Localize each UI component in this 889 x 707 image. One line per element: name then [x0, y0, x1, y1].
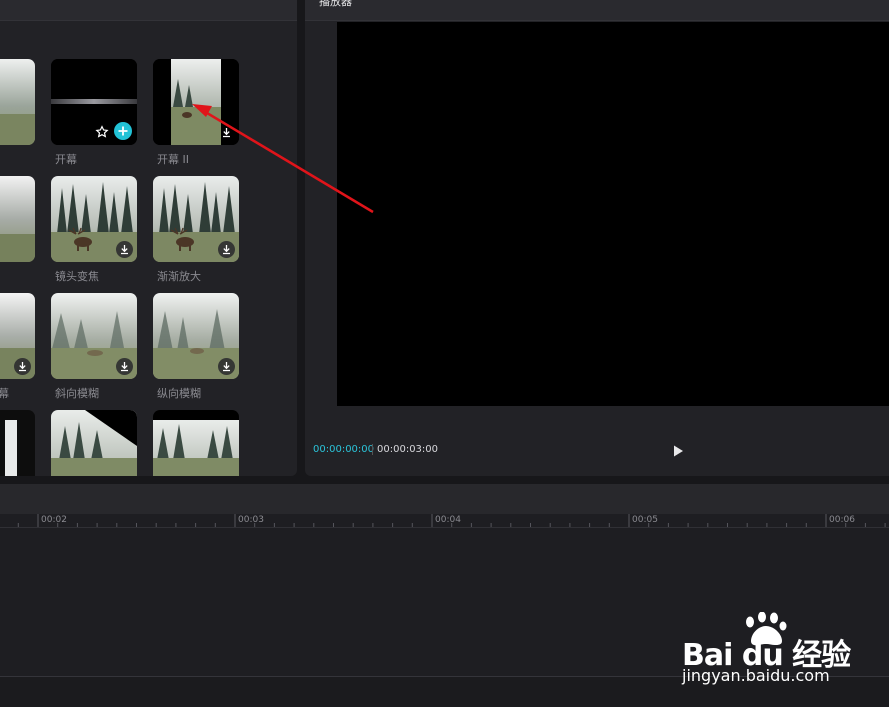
player-title: 播放器 — [319, 0, 352, 8]
ruler-label: 00:05 — [632, 515, 658, 525]
play-icon[interactable] — [671, 443, 685, 457]
transition-thumb-partial-2[interactable] — [0, 176, 35, 262]
transition-thumb-lens-zoom[interactable] — [51, 176, 137, 262]
transition-label: 开幕 II — [157, 153, 189, 166]
transition-label: 幕 — [0, 387, 9, 400]
transitions-panel: 幕 开幕 镜头变焦 斜向模糊 开幕 II 渐渐放大 纵向模糊 — [0, 0, 297, 476]
transitions-panel-header — [0, 0, 297, 21]
timeline-ruler[interactable]: 00:02 00:03 00:04 00:05 00:06 — [0, 514, 889, 528]
timecode-separator — [372, 444, 373, 455]
player-header: 播放器 — [305, 0, 889, 21]
forest-scene-thumbnail — [0, 59, 35, 145]
transition-thumb-partial-1[interactable] — [0, 59, 35, 145]
panel-divider[interactable] — [297, 0, 305, 476]
forest-scene-thumbnail — [153, 410, 239, 476]
player-panel: 播放器 00:00:00:00 00:00:03:00 — [305, 0, 889, 476]
forest-wipe-thumbnail — [51, 410, 137, 476]
watermark-url: jingyan.baidu.com — [682, 666, 830, 685]
timeline-toolbar — [0, 484, 889, 514]
download-icon[interactable] — [116, 358, 133, 375]
transition-label: 开幕 — [55, 153, 77, 166]
transition-label: 纵向模糊 — [157, 387, 201, 400]
forest-scene-thumbnail — [0, 410, 35, 476]
ruler-label: 00:02 — [41, 515, 67, 525]
ruler-label: 00:04 — [435, 515, 461, 525]
transition-label: 渐渐放大 — [157, 270, 201, 283]
add-icon[interactable] — [114, 122, 132, 140]
download-icon[interactable] — [218, 358, 235, 375]
download-icon[interactable] — [218, 124, 235, 141]
transition-thumb-open-ii[interactable] — [153, 59, 239, 145]
transition-thumb-open[interactable] — [51, 59, 137, 145]
transition-label: 斜向模糊 — [55, 387, 99, 400]
ruler-label: 00:03 — [238, 515, 264, 525]
download-icon[interactable] — [14, 358, 31, 375]
video-preview[interactable] — [337, 22, 889, 406]
transition-thumb-row4-a[interactable] — [51, 410, 137, 476]
transition-thumb-partial-4[interactable] — [0, 410, 35, 476]
download-icon[interactable] — [116, 241, 133, 258]
ruler-label: 00:06 — [829, 515, 855, 525]
transition-thumb-zoom-in[interactable] — [153, 176, 239, 262]
star-icon[interactable] — [95, 124, 109, 138]
download-icon[interactable] — [218, 241, 235, 258]
baidu-watermark: Bai du 经验 jingyan.baidu.com — [680, 612, 880, 692]
transition-thumb-vertical-blur[interactable] — [153, 293, 239, 379]
transition-thumb-diagonal-blur[interactable] — [51, 293, 137, 379]
transition-thumb-partial-3[interactable] — [0, 293, 35, 379]
forest-scene-thumbnail — [0, 176, 35, 262]
current-timecode: 00:00:00:00 — [313, 444, 375, 455]
transition-label: 镜头变焦 — [55, 270, 99, 283]
transition-thumb-row4-b[interactable] — [153, 410, 239, 476]
total-duration: 00:00:03:00 — [377, 444, 439, 455]
video-editor-window: 幕 开幕 镜头变焦 斜向模糊 开幕 II 渐渐放大 纵向模糊 播放器 00:00… — [0, 0, 889, 707]
